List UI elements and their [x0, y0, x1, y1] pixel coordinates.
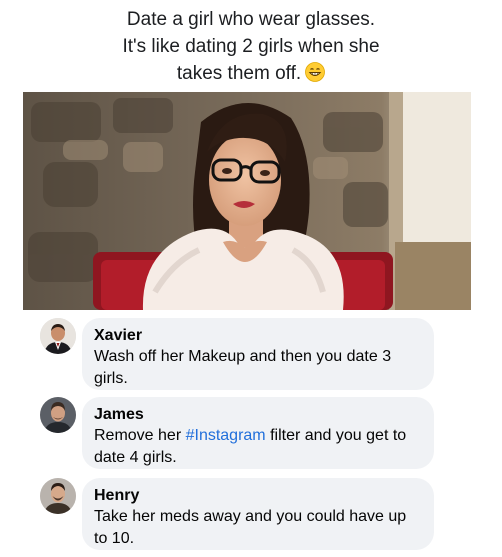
comment-bubble: Henry Take her meds away and you could h…: [82, 478, 434, 550]
post-caption: Date a girl who wear glasses. It's like …: [0, 6, 502, 90]
grinning-face-emoji-icon: [305, 62, 326, 90]
caption-line-3-text: takes them off.: [176, 63, 302, 84]
comment-text: Wash off her Makeup and then you date 3 …: [94, 348, 392, 387]
comment-author[interactable]: Xavier: [94, 325, 408, 346]
caption-line-2: It's like dating 2 girls when she: [122, 36, 380, 57]
instagram-hashtag-link[interactable]: #Instagram: [186, 427, 266, 444]
post-photo[interactable]: [23, 92, 471, 310]
james-avatar[interactable]: [40, 397, 76, 433]
comment-bubble: Xavier Wash off her Makeup and then you …: [82, 318, 434, 390]
comment-text: Remove her #Instagram filter and you get…: [94, 425, 408, 469]
caption-line-3: takes them off.: [0, 60, 502, 90]
henry-avatar[interactable]: [40, 478, 76, 514]
comment-bubble: James Remove her #Instagram filter and y…: [82, 397, 434, 469]
comment-text-before: Remove her: [94, 427, 186, 444]
comment-text: Take her meds away and you could have up…: [94, 508, 407, 547]
comment-author[interactable]: James: [94, 404, 408, 425]
xavier-avatar[interactable]: [40, 318, 76, 354]
caption-line-1: Date a girl who wear glasses.: [126, 9, 376, 30]
comment-author[interactable]: Henry: [94, 485, 408, 506]
